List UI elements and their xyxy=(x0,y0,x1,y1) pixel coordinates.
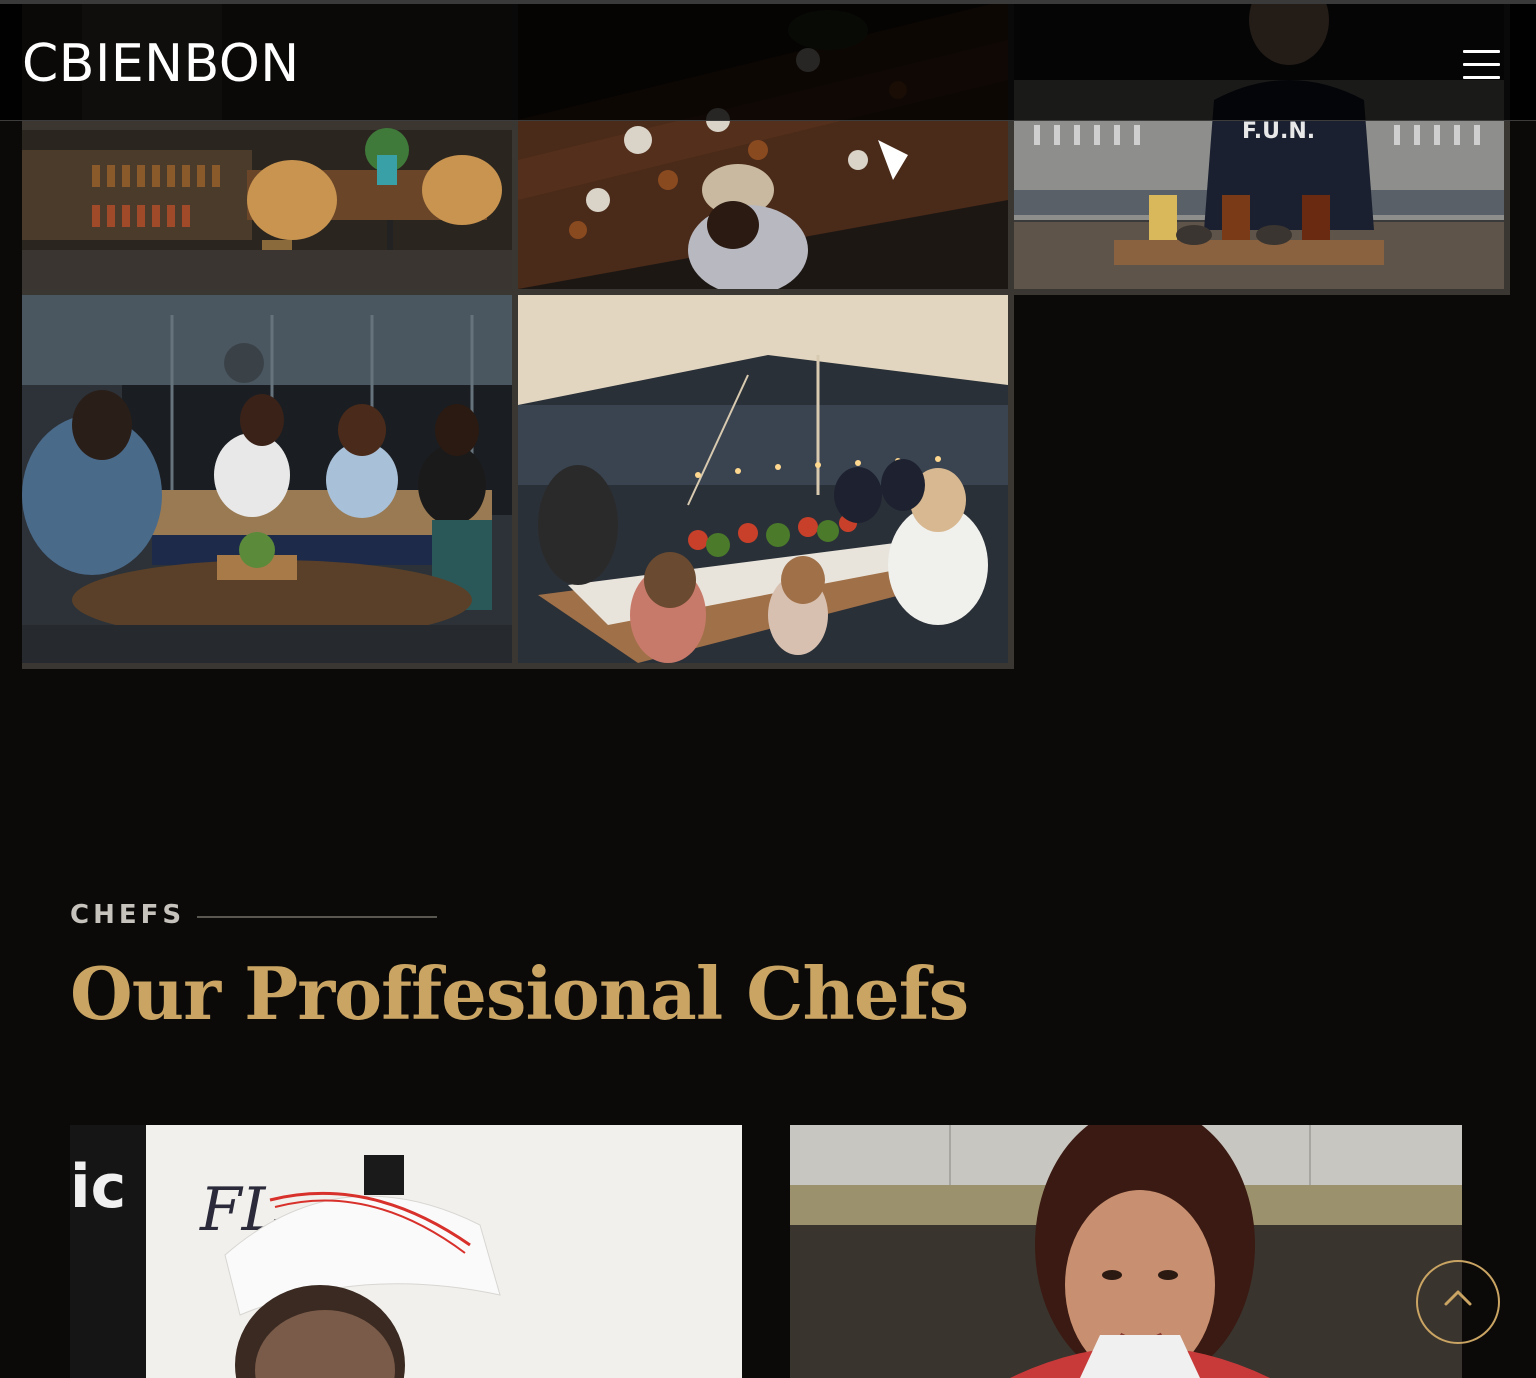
svg-text:ic: ic xyxy=(70,1152,126,1222)
outdoor-dinner-party-photo[interactable] xyxy=(518,295,1008,663)
chef-card-male[interactable]: ic FL xyxy=(70,1125,742,1378)
site-logo[interactable]: CBIENBON xyxy=(22,34,300,94)
section-eyebrow: CHEFS xyxy=(70,900,186,930)
friends-patio-photo[interactable] xyxy=(22,295,512,663)
svg-text:F.U.N.: F.U.N. xyxy=(1242,119,1315,144)
chef-card-female[interactable] xyxy=(790,1125,1462,1378)
eyebrow-divider xyxy=(197,916,437,918)
hamburger-icon[interactable] xyxy=(1460,46,1504,82)
site-header: CBIENBON xyxy=(0,0,1536,121)
arrow-up-icon xyxy=(1444,1290,1472,1306)
scroll-to-top-button[interactable] xyxy=(1416,1260,1500,1344)
section-title: Our Proffesional Chefs xyxy=(70,951,969,1036)
